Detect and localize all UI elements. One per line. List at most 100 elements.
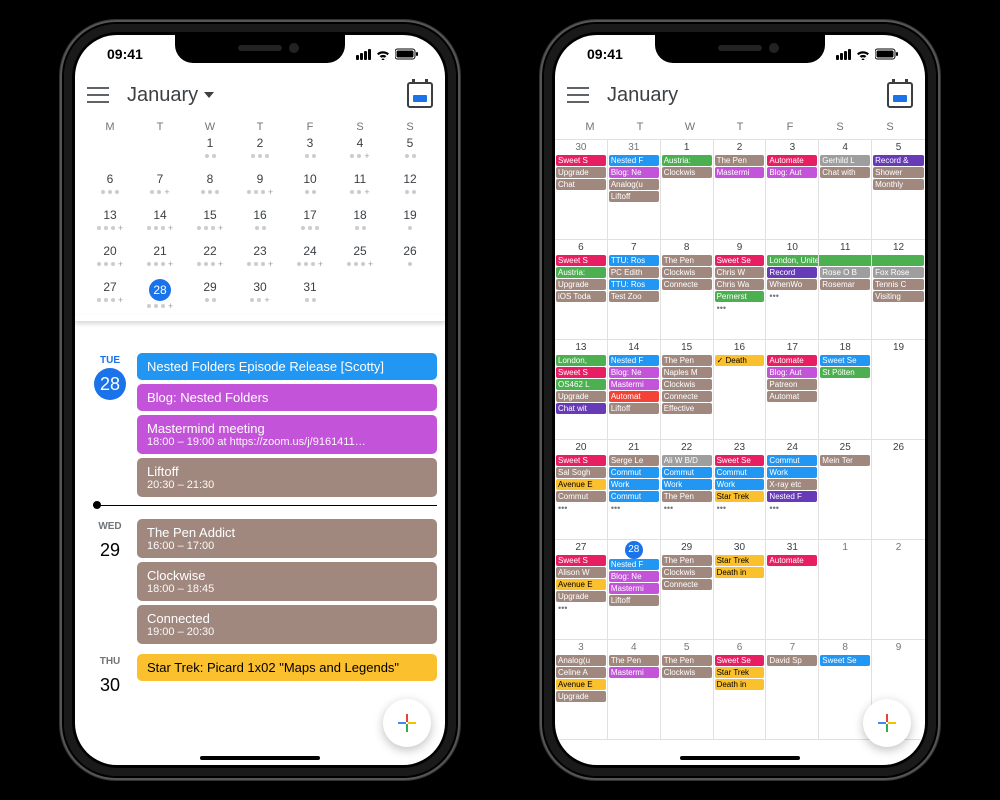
event-chip[interactable]: Sweet Se: [715, 255, 765, 266]
event-chip[interactable]: Upgrade: [556, 279, 606, 290]
today-button[interactable]: [887, 82, 913, 108]
event-chip[interactable]: TTU: Ros: [609, 279, 659, 290]
event-chip[interactable]: Record: [767, 267, 817, 278]
event-chip[interactable]: Star Trek: Picard 1x02 "Maps and Legends…: [137, 654, 437, 681]
event-chip[interactable]: ✓ Death: [715, 355, 765, 366]
more-indicator[interactable]: •••: [767, 291, 817, 301]
more-indicator[interactable]: •••: [715, 303, 765, 313]
month-cell[interactable]: 4The Pen Mastermi: [608, 640, 661, 740]
mini-day-cell[interactable]: [135, 135, 185, 171]
event-chip[interactable]: Avenue E: [556, 579, 606, 590]
event-chip[interactable]: Celine A: [556, 667, 606, 678]
event-chip[interactable]: Chris Wa: [715, 279, 765, 290]
event-chip[interactable]: WhenWo: [767, 279, 817, 290]
event-chip[interactable]: Monthly: [873, 179, 924, 190]
today-button[interactable]: [407, 82, 433, 108]
event-chip[interactable]: Automat: [767, 391, 817, 402]
home-indicator[interactable]: [200, 756, 320, 760]
event-chip[interactable]: Blog: Nested Folders: [137, 384, 437, 411]
month-cell[interactable]: 16✓ Death: [714, 340, 767, 440]
event-chip[interactable]: Liftoff: [609, 595, 659, 606]
month-cell[interactable]: 30Star TrekDeath in: [714, 540, 767, 640]
event-chip[interactable]: Clockwis: [662, 567, 712, 578]
event-chip[interactable]: Sweet S: [556, 155, 606, 166]
event-chip[interactable]: The Pen: [662, 555, 712, 566]
event-chip[interactable]: Commut: [556, 491, 606, 502]
event-chip[interactable]: Clockwis: [662, 267, 712, 278]
menu-button[interactable]: [87, 84, 109, 106]
event-chip[interactable]: Sweet Se: [715, 655, 765, 666]
month-cell[interactable]: 29The Pen ClockwisConnecte: [661, 540, 714, 640]
event-chip[interactable]: London, United Kingdom, Janu: [767, 255, 818, 266]
event-chip[interactable]: Chat with: [820, 167, 870, 178]
event-chip[interactable]: Nested F: [609, 355, 659, 366]
event-chip[interactable]: Effective: [662, 403, 712, 414]
event-chip[interactable]: Connecte: [662, 279, 712, 290]
event-chip[interactable]: London,: [556, 355, 606, 366]
event-chip[interactable]: Shower: [873, 167, 924, 178]
event-chip[interactable]: Commut: [662, 467, 712, 478]
month-cell[interactable]: 7TTU: RosPC EdithTTU: RosTest Zoo: [608, 240, 661, 340]
event-chip[interactable]: Sweet S: [556, 367, 606, 378]
event-chip[interactable]: Star Trek: [715, 491, 765, 502]
agenda-day-number[interactable]: 30: [94, 669, 126, 701]
event-chip[interactable]: Patreon: [767, 379, 817, 390]
mini-day-cell[interactable]: 8: [185, 171, 235, 207]
event-chip[interactable]: Upgrade: [556, 591, 606, 602]
event-chip[interactable]: [872, 255, 924, 266]
mini-day-cell[interactable]: [335, 279, 385, 315]
event-chip[interactable]: Automat: [609, 391, 659, 402]
event-chip[interactable]: Upgrade: [556, 167, 606, 178]
event-chip[interactable]: Fox Rose: [873, 267, 924, 278]
agenda-list[interactable]: TUE28Nested Folders Episode Release [Sco…: [75, 349, 445, 765]
event-chip[interactable]: Nested F: [609, 559, 659, 570]
month-cell[interactable]: 24CommutWorkX-ray etcNested F•••: [766, 440, 819, 540]
event-chip[interactable]: Austria:: [556, 267, 606, 278]
mini-day-cell[interactable]: 10: [285, 171, 335, 207]
event-chip[interactable]: Commut: [609, 467, 659, 478]
mini-day-cell[interactable]: 20+: [85, 243, 135, 279]
event-chip[interactable]: The Pen Addict16:00 – 17:00: [137, 519, 437, 558]
event-chip[interactable]: Liftoff: [609, 191, 659, 202]
event-chip[interactable]: Automate: [767, 355, 817, 366]
event-chip[interactable]: Connected19:00 – 20:30: [137, 605, 437, 644]
mini-day-cell[interactable]: 3: [285, 135, 335, 171]
event-chip[interactable]: Liftoff: [609, 403, 659, 414]
event-chip[interactable]: Death in: [715, 679, 765, 690]
mini-day-cell[interactable]: 16: [235, 207, 285, 243]
mini-day-cell[interactable]: 14+: [135, 207, 185, 243]
month-cell[interactable]: 20Sweet SSal SoghAvenue ECommut•••: [555, 440, 608, 540]
month-cell[interactable]: 2: [872, 540, 925, 640]
event-chip[interactable]: Serge Le: [609, 455, 659, 466]
event-chip[interactable]: OS462 L: [556, 379, 606, 390]
month-cell[interactable]: 22Ali W B/DCommutWorkThe Pen •••: [661, 440, 714, 540]
event-chip[interactable]: The Pen: [715, 155, 765, 166]
month-cell[interactable]: 26: [872, 440, 925, 540]
event-chip[interactable]: Work: [609, 479, 659, 490]
month-cell[interactable]: 6Sweet SeStar TrekDeath in: [714, 640, 767, 740]
mini-day-cell[interactable]: [85, 135, 135, 171]
event-chip[interactable]: Austria:: [662, 155, 712, 166]
month-cell[interactable]: 5The Pen Clockwis: [661, 640, 714, 740]
event-chip[interactable]: Nested F: [609, 155, 659, 166]
mini-day-cell[interactable]: 25+: [335, 243, 385, 279]
mini-day-cell[interactable]: 11+: [335, 171, 385, 207]
more-indicator[interactable]: •••: [767, 503, 817, 513]
mini-day-cell[interactable]: 9+: [235, 171, 285, 207]
event-chip[interactable]: Sweet Se: [715, 455, 765, 466]
event-chip[interactable]: Star Trek: [715, 555, 765, 566]
event-chip[interactable]: Ali W B/D: [662, 455, 712, 466]
month-cell[interactable]: 1Austria: Clockwis: [661, 140, 714, 240]
mini-day-cell[interactable]: 21+: [135, 243, 185, 279]
month-cell[interactable]: 9Sweet SeChris W Chris WaPernerst•••: [714, 240, 767, 340]
mini-day-cell[interactable]: 6: [85, 171, 135, 207]
mini-day-cell[interactable]: 17: [285, 207, 335, 243]
event-chip[interactable]: The Pen: [662, 655, 712, 666]
event-chip[interactable]: Clockwis: [662, 379, 712, 390]
menu-button[interactable]: [567, 84, 589, 106]
event-chip[interactable]: The Pen: [662, 255, 712, 266]
event-chip[interactable]: Visiting: [873, 291, 924, 302]
event-chip[interactable]: Gerhild L: [820, 155, 870, 166]
event-chip[interactable]: Star Trek: [715, 667, 765, 678]
month-cell[interactable]: 18Sweet SeSt Pölten: [819, 340, 872, 440]
